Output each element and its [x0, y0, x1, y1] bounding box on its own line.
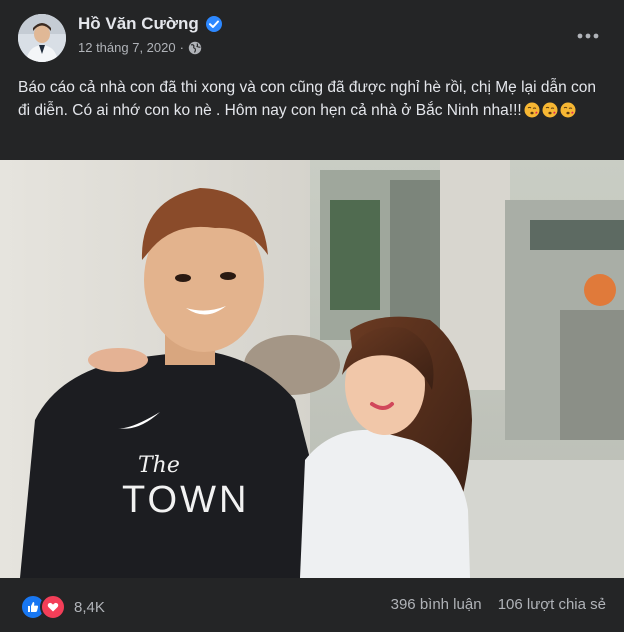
engagement-stats: 396 bình luận 106 lượt chia sẻ [391, 596, 606, 613]
comments-count-link[interactable]: 396 bình luận [391, 596, 482, 613]
shirt-text-the: The [138, 453, 180, 478]
post-caption: Báo cáo cả nhà con đã thi xong và con cũ… [18, 76, 608, 122]
verified-badge-icon [206, 16, 222, 32]
globe-icon[interactable] [188, 41, 202, 55]
kissing-face-emoji-icon [542, 102, 558, 118]
author-avatar[interactable] [18, 14, 66, 62]
more-options-button[interactable] [570, 18, 606, 54]
shares-count-link[interactable]: 106 lượt chia sẻ [498, 596, 606, 613]
avatar-image [18, 14, 66, 62]
author-name[interactable]: Hồ Văn Cường [78, 14, 199, 34]
like-thumb-glyph [28, 602, 39, 612]
post-photo[interactable]: The TOWN [0, 160, 624, 578]
photo-image: The TOWN [0, 160, 624, 578]
post-header: Hồ Văn Cường 12 tháng 7, 2020 · [0, 0, 624, 64]
post-meta: 12 tháng 7, 2020 · [78, 40, 202, 55]
love-heart-glyph [47, 602, 59, 612]
more-options-icon [577, 33, 599, 39]
shirt-text-town: TOWN [122, 479, 249, 521]
caption-text: Báo cáo cả nhà con đã thi xong và con cũ… [18, 79, 597, 119]
love-icon [40, 594, 66, 620]
post-date[interactable]: 12 tháng 7, 2020 [78, 40, 176, 55]
meta-separator: · [179, 40, 184, 55]
post-footer: 8,4K 396 bình luận 106 lượt chia sẻ [0, 580, 624, 632]
kissing-face-emoji-icon [524, 102, 540, 118]
kissing-face-emoji-icon [560, 102, 576, 118]
reactions-summary[interactable]: 8,4K [20, 594, 105, 620]
reaction-count: 8,4K [74, 598, 105, 616]
facebook-post: Hồ Văn Cường 12 tháng 7, 2020 · Báo cáo … [0, 0, 624, 632]
